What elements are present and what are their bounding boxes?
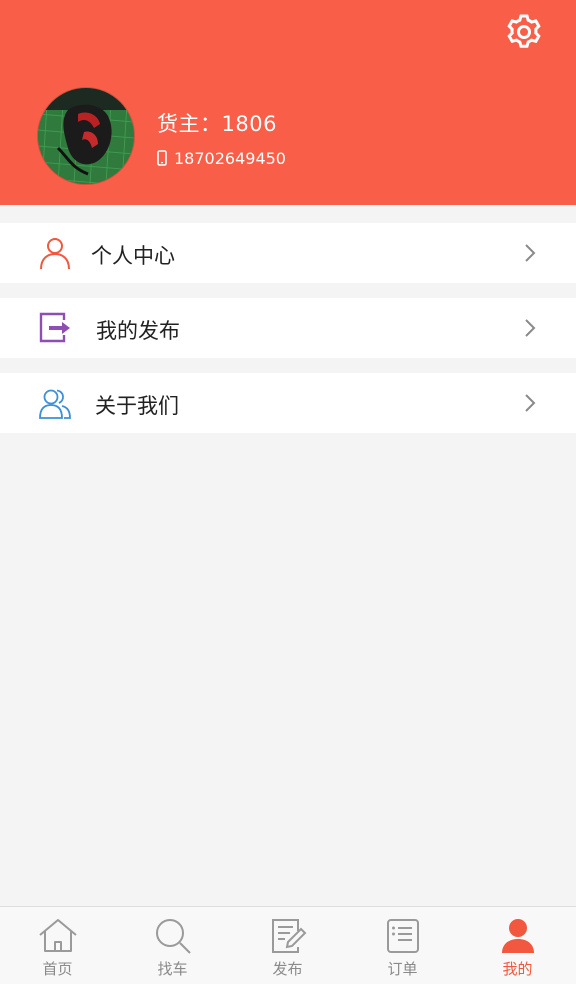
phone-number: 18702649450 — [174, 148, 286, 168]
person-icon — [40, 238, 70, 270]
phone-row: 18702649450 — [157, 147, 286, 169]
search-icon — [156, 919, 191, 954]
avatar[interactable] — [38, 88, 134, 184]
home-icon — [39, 919, 77, 952]
tab-label: 首页 — [42, 960, 73, 978]
user-name: 货主：1806 — [157, 112, 277, 136]
tab-label: 我的 — [502, 960, 533, 978]
tab-label: 找车 — [157, 960, 188, 978]
chevron-right-icon — [525, 319, 536, 337]
group-icon — [39, 389, 71, 419]
tab-orders[interactable]: 订单 — [345, 907, 460, 984]
publish-icon — [39, 312, 70, 343]
tab-find-vehicle[interactable]: 找车 — [115, 907, 230, 984]
edit-document-icon — [272, 919, 307, 953]
tab-mine[interactable]: 我的 — [460, 907, 575, 984]
menu-item-label: 我的发布 — [96, 319, 180, 343]
chevron-right-icon — [525, 394, 536, 412]
menu-item-label: 关于我们 — [95, 394, 179, 418]
gear-icon[interactable] — [504, 12, 544, 52]
menu-item-label: 个人中心 — [91, 244, 175, 268]
tab-home[interactable]: 首页 — [0, 907, 115, 984]
tab-publish[interactable]: 发布 — [230, 907, 345, 984]
menu-item-about-us[interactable]: 关于我们 — [0, 373, 576, 433]
menu-item-personal-center[interactable]: 个人中心 — [0, 223, 576, 283]
profile-header: 货主：1806 18702649450 — [0, 0, 576, 205]
chevron-right-icon — [525, 244, 536, 262]
mobile-phone-icon — [157, 150, 167, 166]
profile-icon — [502, 919, 534, 953]
menu-item-my-publish[interactable]: 我的发布 — [0, 298, 576, 358]
tab-label: 订单 — [387, 960, 418, 978]
order-list-icon — [387, 919, 419, 953]
tab-label: 发布 — [272, 960, 303, 978]
avatar-photo — [38, 88, 134, 184]
bottom-tab-bar: 首页 找车 发布 订单 我的 — [0, 906, 576, 984]
